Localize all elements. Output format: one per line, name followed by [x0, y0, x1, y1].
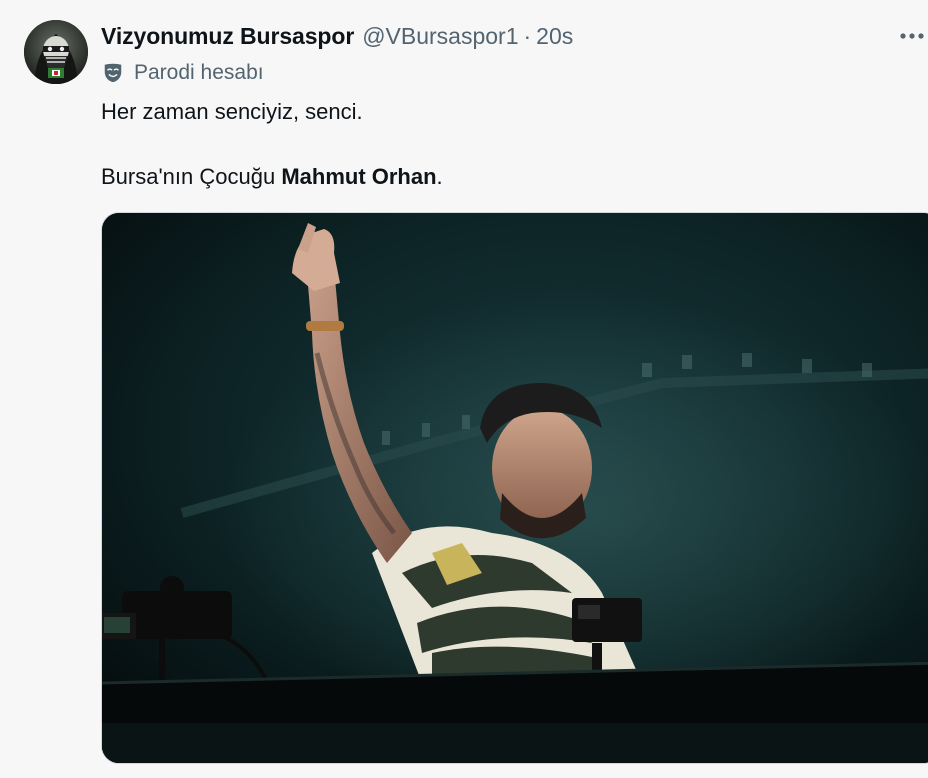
more-button[interactable]	[898, 22, 926, 50]
avatar[interactable]	[24, 20, 88, 84]
parody-label-text: Parodi hesabı	[134, 61, 264, 84]
tweet-header: Vizyonumuz Bursaspor @VBursaspor1 · 20s	[101, 20, 928, 52]
author-handle[interactable]: @VBursaspor1	[362, 23, 518, 50]
tweet-text-suffix: .	[436, 164, 443, 189]
dj-performance-photo	[102, 213, 928, 763]
more-horizontal-icon	[900, 33, 924, 39]
tweet-text-line-1: Her zaman senciyiz, senci.	[101, 99, 363, 124]
tweet-media-photo[interactable]	[101, 212, 928, 764]
tweet-text-bold-name: Mahmut Orhan	[281, 164, 437, 189]
timestamp[interactable]: 20s	[536, 23, 573, 50]
author-name[interactable]: Vizyonumuz Bursaspor	[101, 23, 354, 50]
parody-label: Parodi hesabı	[101, 58, 264, 88]
tweet[interactable]: Vizyonumuz Bursaspor @VBursaspor1 · 20s …	[0, 0, 928, 778]
tweet-text-line-2: Bursa'nın Çocuğu Mahmut Orhan.	[101, 162, 443, 192]
parody-mask-icon	[104, 63, 122, 83]
separator-dot: ·	[523, 22, 532, 49]
tweet-text-prefix: Bursa'nın Çocuğu	[101, 164, 282, 189]
avatar-image	[24, 20, 88, 84]
